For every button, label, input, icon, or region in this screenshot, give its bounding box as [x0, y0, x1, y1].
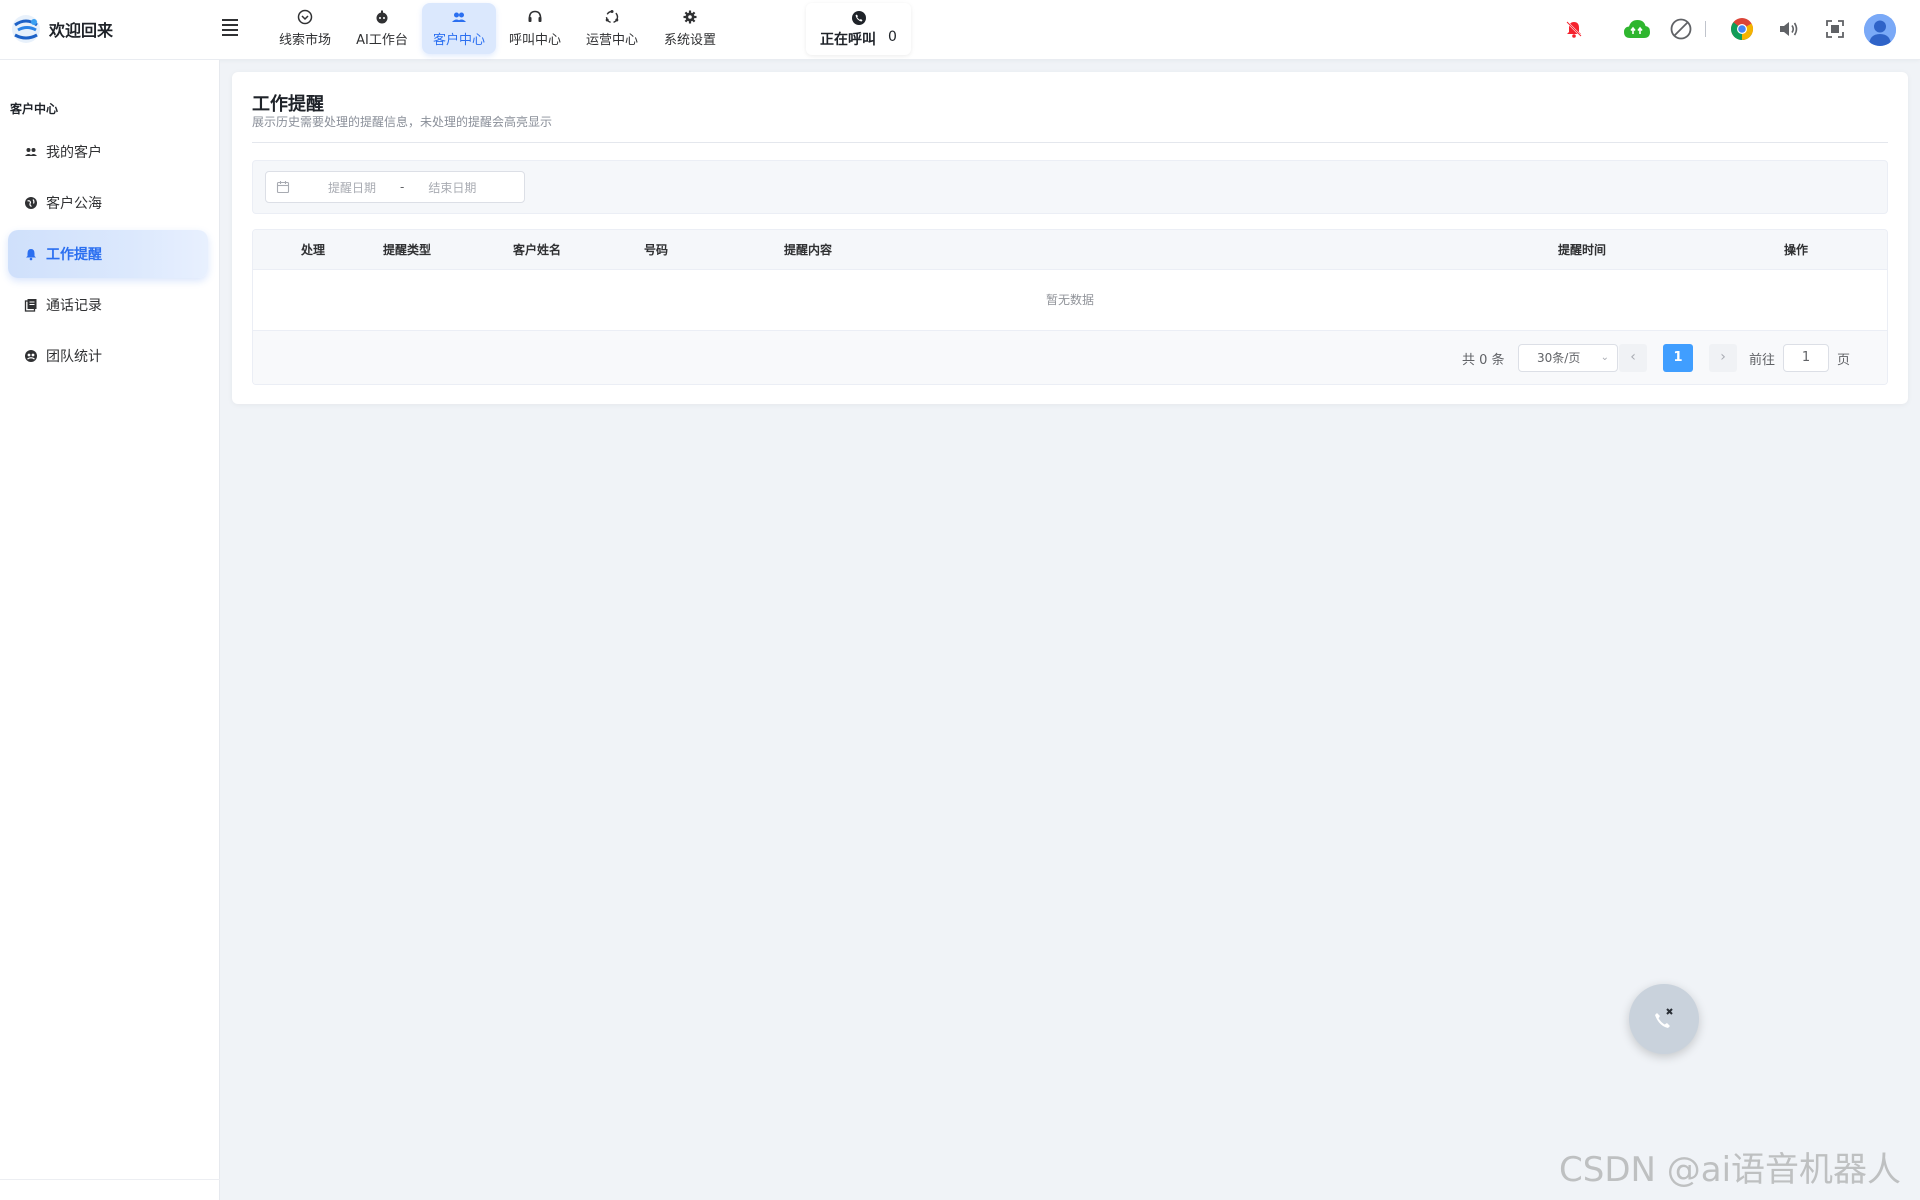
goto-page-input[interactable]: 1	[1783, 344, 1829, 372]
divider	[1705, 21, 1706, 37]
calling-status[interactable]: 正在呼叫 0	[806, 3, 911, 55]
date-range-picker[interactable]: 提醒日期 - 结束日期	[265, 171, 525, 203]
goto-unit: 页	[1837, 353, 1851, 368]
globe-icon	[25, 197, 37, 209]
bell-muted-icon[interactable]	[1561, 16, 1587, 42]
sidebar-item-label: 通话记录	[46, 298, 102, 314]
brand-title: 欢迎回来	[49, 21, 114, 40]
pagination: 共 0 条 30条/页 ⌄ ‹ 1 › 前往 1 页	[253, 330, 1887, 384]
column-header-content[interactable]: 提醒内容	[784, 230, 832, 270]
nav-tab-label: 客户中心	[432, 33, 485, 48]
sidebar-title: 客户中心	[10, 102, 59, 116]
avatar[interactable]	[1864, 14, 1896, 46]
goto-label: 前往	[1749, 353, 1776, 368]
filter-bar: 提醒日期 - 结束日期	[252, 160, 1888, 214]
sidebar-item-work-reminders[interactable]: 工作提醒	[8, 230, 208, 278]
column-header-handle[interactable]: 处理	[301, 230, 325, 270]
sidebar-item-label: 工作提醒	[46, 247, 102, 263]
chevron-left-icon: ‹	[1630, 349, 1636, 365]
nav-tab-system-settings[interactable]: 系统设置	[656, 3, 724, 54]
main-card: 工作提醒 展示历史需要处理的提醒信息，未处理的提醒会高亮显示 提醒日期 - 结束…	[232, 72, 1908, 404]
page-number-current[interactable]: 1	[1663, 344, 1693, 372]
column-header-reminder-type[interactable]: 提醒类型	[383, 230, 431, 270]
column-header-phone[interactable]: 号码	[644, 230, 668, 270]
sidebar-item-label: 团队统计	[46, 349, 102, 365]
nav-tab-operations-center[interactable]: 运营中心	[578, 3, 646, 54]
watermark: CSDN @ai语音机器人	[1559, 1150, 1902, 1190]
range-separator: -	[400, 180, 405, 194]
page-subtitle: 展示历史需要处理的提醒信息，未处理的提醒会高亮显示	[252, 115, 553, 129]
sidebar-item-team-stats[interactable]: 团队统计	[8, 332, 208, 380]
chrome-icon[interactable]	[1729, 16, 1755, 42]
phone-hangup-icon	[1655, 1008, 1673, 1028]
column-header-reminder-time[interactable]: 提醒时间	[1558, 230, 1606, 270]
cloud-sync-icon[interactable]	[1622, 16, 1652, 42]
nav-tab-label: 运营中心	[585, 33, 638, 48]
nav-tab-label: 呼叫中心	[508, 33, 561, 48]
chevron-circle-icon	[297, 9, 313, 25]
menu-toggle-icon[interactable]	[222, 19, 242, 39]
bell-icon	[26, 249, 36, 261]
prev-page-button[interactable]: ‹	[1619, 344, 1647, 372]
calendar-icon	[276, 181, 290, 194]
robot-icon	[376, 10, 388, 24]
nav-tab-call-center[interactable]: 呼叫中心	[502, 3, 568, 54]
end-date-input[interactable]: 结束日期	[414, 179, 490, 196]
brand-logo-icon	[12, 15, 40, 43]
users-icon	[25, 148, 37, 156]
sidebar-item-label: 我的客户	[46, 145, 102, 161]
next-page-button[interactable]: ›	[1709, 344, 1737, 372]
book-icon	[24, 299, 37, 312]
brand[interactable]: 欢迎回来	[10, 12, 113, 46]
sidebar-item-my-customers[interactable]: 我的客户	[8, 128, 208, 176]
nav-tab-label: AI工作台	[356, 33, 408, 48]
volume-icon[interactable]	[1776, 16, 1802, 42]
sidebar-item-customer-pool[interactable]: 客户公海	[8, 179, 208, 227]
page-size-value: 30条/页	[1537, 351, 1581, 365]
empty-state: 暂无数据	[1045, 293, 1094, 307]
sidebar-item-label: 客户公海	[46, 196, 102, 212]
divider	[0, 1179, 220, 1180]
start-date-input[interactable]: 提醒日期	[314, 179, 390, 196]
nav-tab-label: 系统设置	[663, 33, 716, 48]
reminders-table: 处理 提醒类型 客户姓名 号码 提醒内容 提醒时间 操作 暂无数据 共 0 条 …	[252, 229, 1888, 385]
headset-icon	[528, 10, 542, 22]
nav-tab-leads-market[interactable]: 线索市场	[273, 3, 337, 54]
column-header-customer-name[interactable]: 客户姓名	[513, 230, 561, 270]
sidebar: 客户中心 我的客户 客户公海 工作提醒 通话记录 团队统计	[0, 60, 220, 1200]
calling-count: 0	[888, 28, 897, 45]
chevron-right-icon: ›	[1720, 349, 1726, 365]
hangup-float-button[interactable]	[1629, 984, 1699, 1054]
cycle-icon	[605, 10, 619, 24]
column-header-actions[interactable]: 操作	[1784, 230, 1808, 270]
nav-tab-ai-workbench[interactable]: AI工作台	[349, 3, 415, 54]
nav-tab-customer-center[interactable]: 客户中心	[422, 3, 496, 54]
page-size-select[interactable]: 30条/页 ⌄	[1518, 344, 1618, 372]
table-header: 处理 提醒类型 客户姓名 号码 提醒内容 提醒时间 操作	[253, 230, 1887, 270]
gear-icon	[683, 10, 697, 24]
nav-tab-label: 线索市场	[278, 33, 331, 48]
users-icon	[452, 12, 466, 22]
block-icon[interactable]	[1668, 16, 1694, 42]
pagination-total: 共 0 条	[1462, 353, 1505, 368]
team-icon	[25, 350, 37, 362]
chevron-down-icon: ⌄	[1600, 352, 1609, 363]
sidebar-item-call-records[interactable]: 通话记录	[8, 281, 208, 329]
divider	[252, 142, 1888, 143]
fullscreen-icon[interactable]	[1822, 16, 1848, 42]
calling-label: 正在呼叫	[820, 31, 877, 48]
phone-circle-icon	[851, 10, 866, 25]
top-bar: 欢迎回来 线索市场 AI工作台 客户中心 呼叫中心 运营中心 系统设置 正在呼叫…	[0, 0, 1920, 60]
